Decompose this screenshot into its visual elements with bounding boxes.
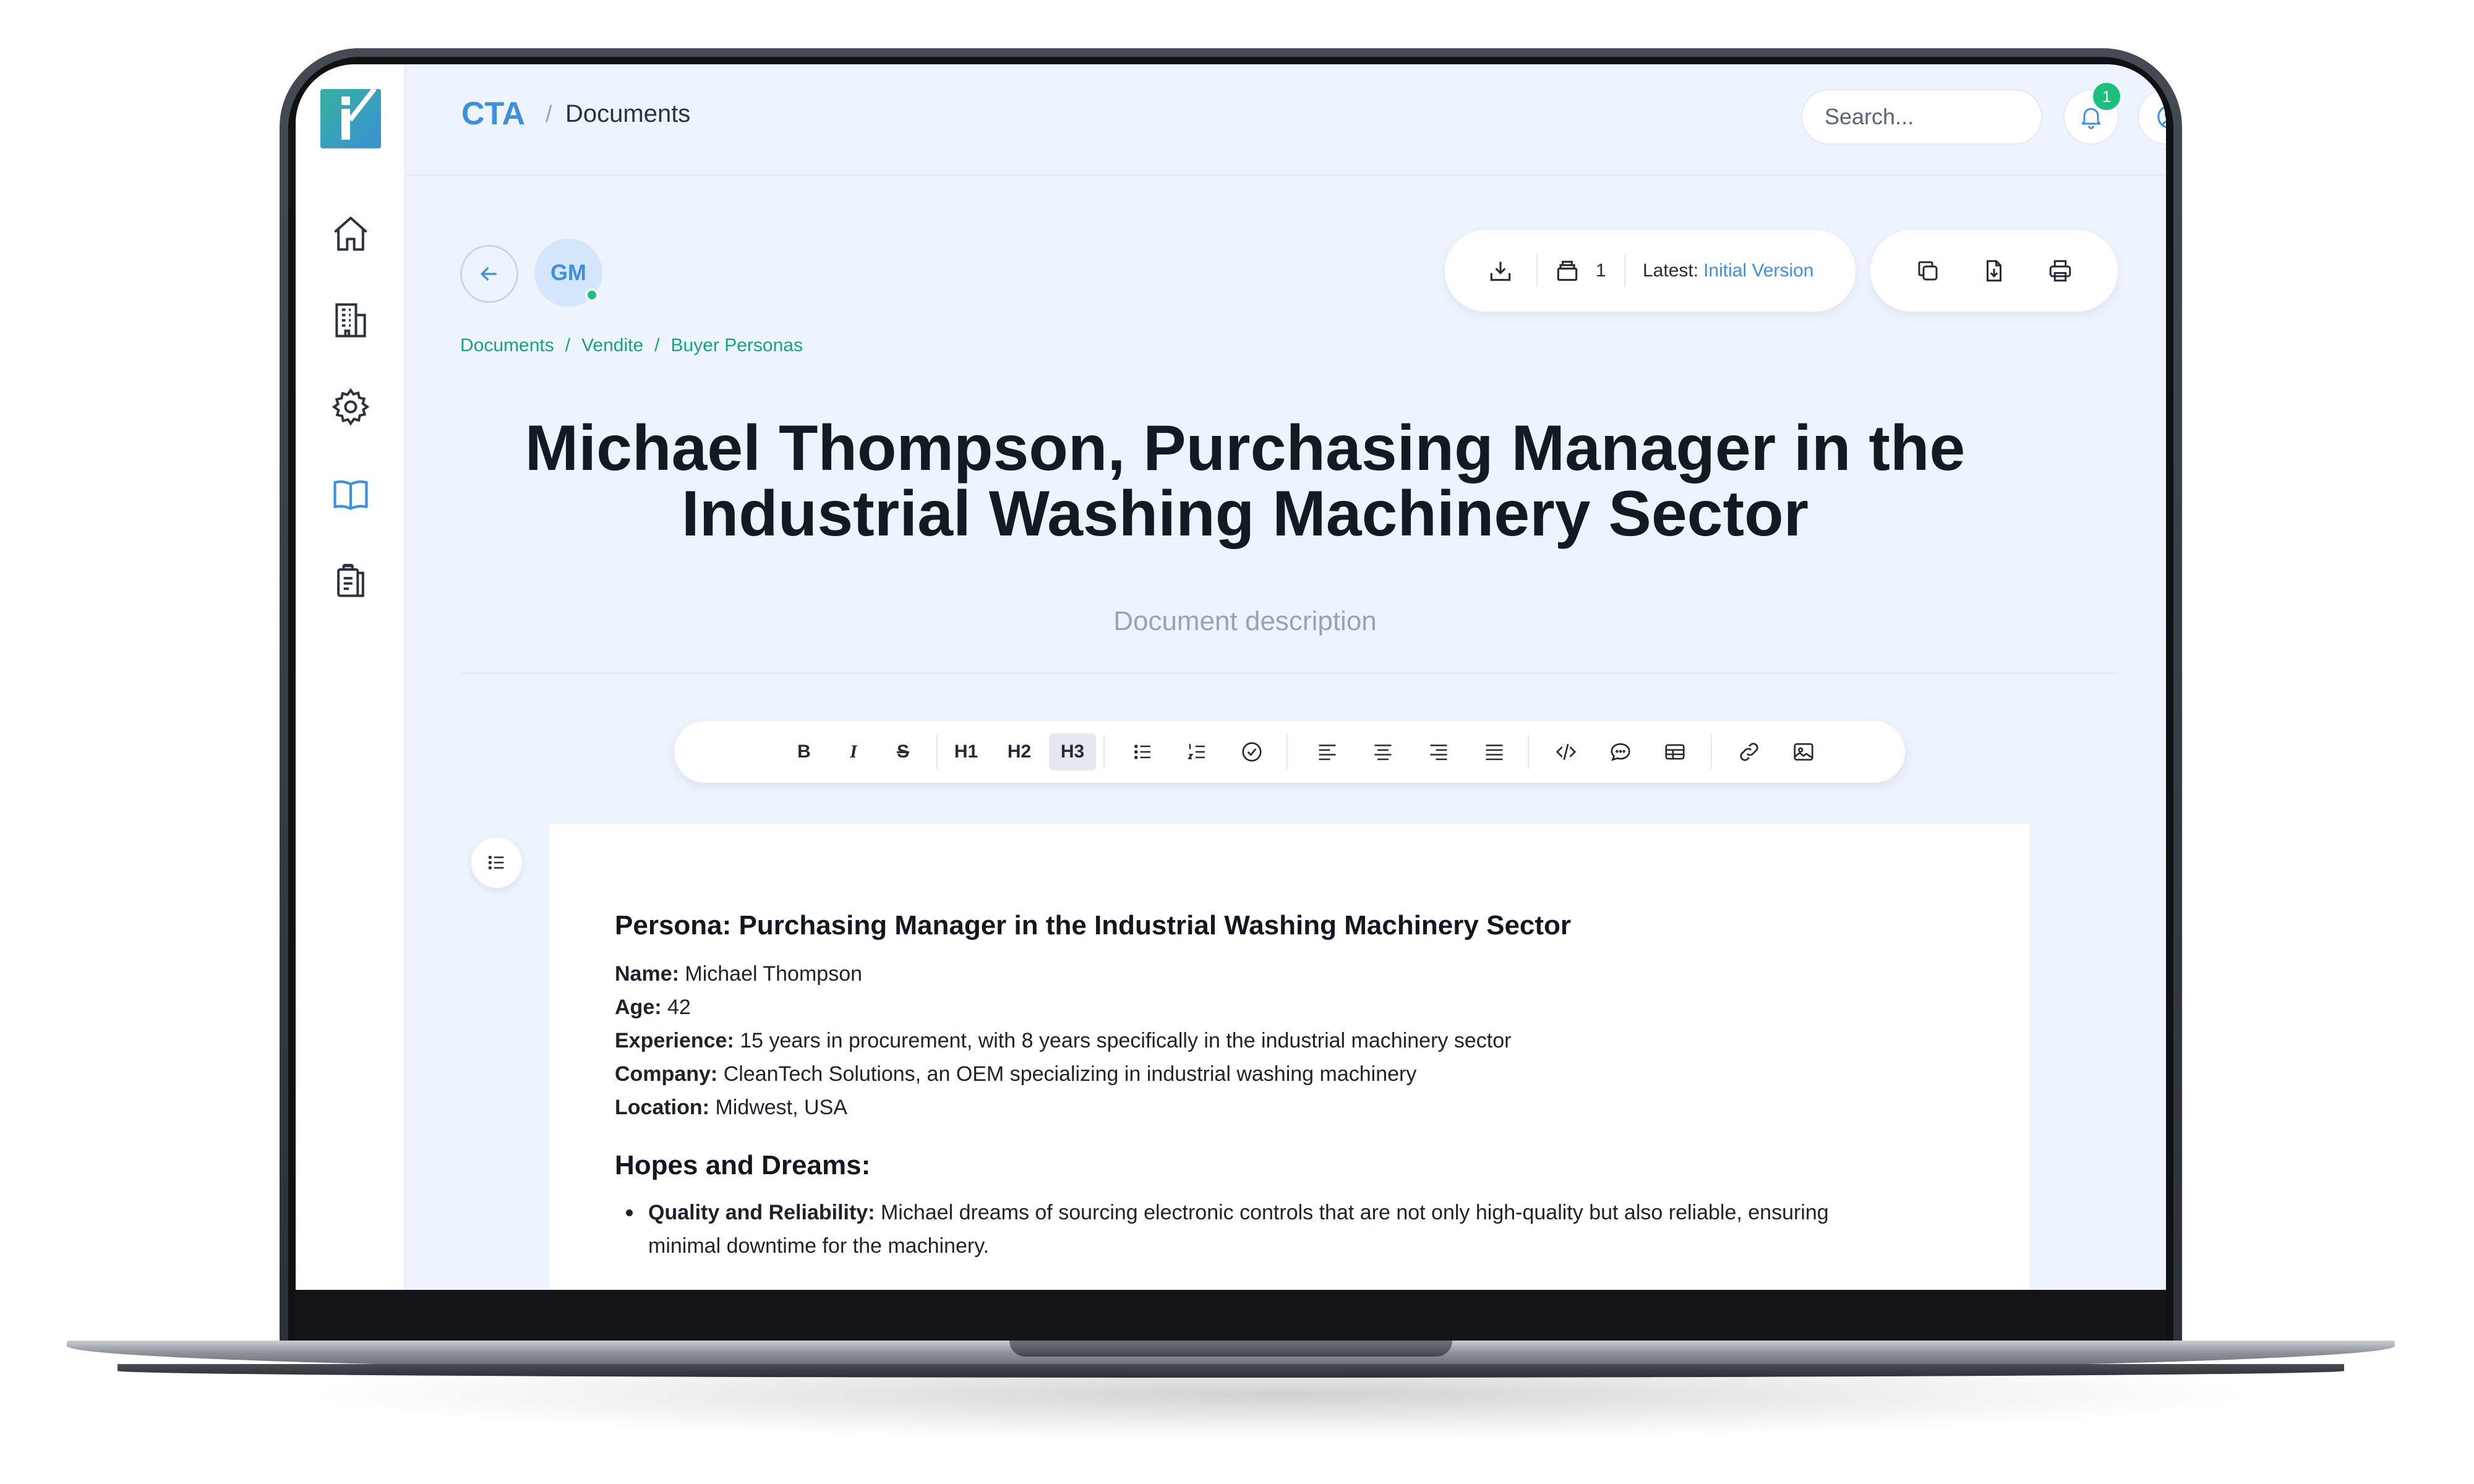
numbered-list-button[interactable] — [1174, 733, 1221, 770]
version-bar: 1 Latest: Initial Version — [1445, 230, 1856, 312]
editor-page[interactable]: Persona: Purchasing Manager in the Indus… — [549, 824, 2030, 1290]
document-actions — [1870, 230, 2118, 312]
list-item: Quality and Reliability: Michael dreams … — [615, 1196, 1883, 1263]
code-icon — [1556, 744, 1577, 760]
building-icon[interactable] — [330, 299, 372, 341]
notification-badge: 1 — [2093, 83, 2120, 110]
app-logo[interactable] — [320, 89, 381, 148]
app-screen: CTA / Documents 1 GM 1 Latest: Initial V… — [296, 64, 2166, 1290]
latest-version-name: Initial Version — [1703, 260, 1814, 281]
editor-toolbar: B I S H1 H2 H3 — [674, 721, 1905, 783]
top-bar: CTA / Documents 1 — [406, 64, 2166, 176]
task-list-button[interactable] — [1228, 733, 1275, 770]
table-button[interactable] — [1651, 733, 1698, 770]
breadcrumb-separator: / — [546, 101, 552, 127]
field-name: Name: Michael Thompson — [615, 962, 863, 986]
code-button[interactable] — [1543, 733, 1590, 770]
search-input[interactable] — [1801, 89, 2042, 145]
duplicate-icon[interactable] — [1915, 258, 1941, 284]
clipboard-icon[interactable] — [330, 559, 372, 601]
justify-button[interactable] — [1471, 733, 1518, 770]
field-location: Location: Midwest, USA — [615, 1096, 847, 1119]
content-heading: Persona: Purchasing Manager in the Indus… — [615, 910, 1572, 940]
link-button[interactable] — [1726, 733, 1773, 770]
export-file-icon[interactable] — [1981, 258, 2007, 284]
versions-count: 1 — [1596, 260, 1606, 281]
laptop-bottom-bezel — [296, 1290, 2166, 1341]
profile-menu[interactable] — [2138, 89, 2166, 145]
breadcrumb-vendite[interactable]: Vendite — [581, 335, 643, 356]
document-content[interactable]: Persona: Purchasing Manager in the Indus… — [615, 910, 1975, 1263]
numbered-list-icon — [1187, 743, 1205, 759]
gear-icon[interactable] — [330, 386, 372, 428]
link-icon — [1740, 743, 1758, 761]
arrow-left-icon — [480, 267, 497, 281]
check-circle-icon — [1242, 742, 1262, 762]
bullet-list-button[interactable] — [1119, 733, 1166, 770]
download-tray-icon — [1490, 262, 1511, 281]
align-left-button[interactable] — [1304, 733, 1351, 770]
document-description[interactable]: Document description — [481, 606, 2009, 637]
comment-icon — [1611, 743, 1630, 761]
divider — [460, 673, 2118, 674]
book-icon[interactable] — [330, 474, 372, 516]
align-right-icon — [1430, 744, 1447, 761]
align-justify-icon — [1486, 744, 1503, 761]
align-left-icon — [1319, 744, 1336, 761]
table-of-contents-button[interactable] — [471, 837, 522, 888]
user-icon — [2157, 105, 2166, 129]
laptop-base-bottom — [118, 1364, 2344, 1378]
online-status-dot — [585, 288, 599, 302]
comment-button[interactable] — [1597, 733, 1644, 770]
align-center-icon — [1374, 744, 1392, 761]
document-breadcrumb: Documents / Vendite / Buyer Personas — [460, 335, 803, 356]
breadcrumb-buyer-personas[interactable]: Buyer Personas — [671, 335, 803, 356]
latest-version-button[interactable]: Latest: Initial Version — [1643, 230, 1814, 312]
latest-label: Latest: — [1643, 260, 1699, 281]
stack-icon — [1557, 260, 1578, 281]
laptop-notch — [1009, 1341, 1452, 1357]
field-age: Age: 42 — [615, 996, 691, 1019]
back-button[interactable] — [460, 245, 518, 303]
italic-button[interactable]: I — [830, 733, 877, 770]
image-button[interactable] — [1780, 733, 1827, 770]
bullet-list-icon — [1134, 744, 1150, 759]
versions-button[interactable]: 1 — [1554, 230, 1606, 312]
heading-1-button[interactable]: H1 — [943, 733, 990, 770]
field-company: Company: CleanTech Solutions, an OEM spe… — [615, 1062, 1417, 1086]
sidebar — [296, 64, 406, 1290]
bold-button[interactable]: B — [781, 733, 828, 770]
image-icon — [1794, 743, 1813, 761]
print-icon[interactable] — [2047, 258, 2073, 284]
section-heading: Hopes and Dreams: — [615, 1150, 871, 1180]
brand-name[interactable]: CTA — [461, 95, 525, 132]
align-right-button[interactable] — [1415, 733, 1462, 770]
heading-3-button[interactable]: H3 — [1049, 733, 1096, 770]
field-experience: Experience: 15 years in procurement, wit… — [615, 1029, 1512, 1052]
strikethrough-button[interactable]: S — [880, 733, 927, 770]
table-icon — [1665, 744, 1685, 760]
heading-2-button[interactable]: H2 — [996, 733, 1043, 770]
home-icon[interactable] — [330, 213, 372, 255]
breadcrumb-current[interactable]: Documents — [565, 100, 690, 128]
document-title[interactable]: Michael Thompson, Purchasing Manager in … — [481, 416, 2009, 547]
list-icon — [488, 855, 504, 870]
breadcrumb-documents[interactable]: Documents — [460, 335, 554, 356]
align-center-button[interactable] — [1359, 733, 1406, 770]
download-version-button[interactable] — [1487, 230, 1514, 312]
